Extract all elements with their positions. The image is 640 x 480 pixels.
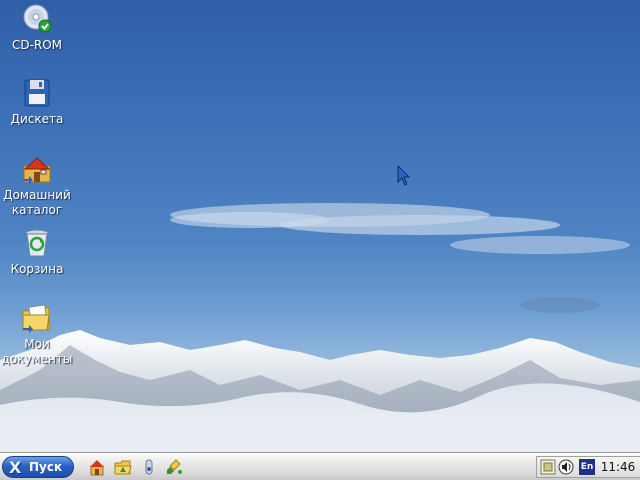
floppy-disk-icon	[24, 79, 50, 107]
clock[interactable]: 11:46	[596, 457, 640, 477]
security-icon[interactable]	[140, 458, 158, 476]
desktop-icon-my-documents[interactable]: Мои документы	[0, 302, 74, 367]
desktop-icon-floppy[interactable]: Дискета	[0, 77, 74, 127]
desktop[interactable]: CD-ROM Дискета Домашний каталог Корзина	[0, 0, 640, 480]
start-button[interactable]: X Пуск	[2, 456, 74, 478]
desktop-icon-label: Корзина	[10, 262, 64, 276]
cd-rom-icon	[23, 4, 52, 33]
system-tray: En 11:46	[536, 456, 640, 478]
desktop-icon-cd-rom[interactable]: CD-ROM	[0, 3, 74, 53]
start-button-label: Пуск	[29, 460, 63, 474]
desktop-icon-trash[interactable]: Корзина	[0, 227, 74, 277]
wallpaper-mountains	[0, 203, 640, 452]
volume-icon[interactable]	[558, 459, 574, 475]
network-icon[interactable]	[540, 459, 556, 475]
documents-folder-icon	[22, 304, 50, 333]
home-folder-icon	[23, 157, 51, 184]
desktop-icon-label: Дискета	[10, 112, 64, 126]
desktop-icon-label: Домашний каталог	[3, 188, 71, 217]
folder-icon[interactable]	[114, 458, 132, 476]
desktop-icon-home[interactable]: Домашний каталог	[0, 153, 74, 218]
language-indicator[interactable]: En	[579, 459, 595, 475]
home-icon[interactable]	[88, 458, 106, 476]
taskbar: X Пуск En 11:46	[0, 452, 640, 480]
desktop-icon-label: Мои документы	[1, 337, 73, 366]
desktop-icon-label: CD-ROM	[11, 38, 63, 52]
cleanup-icon[interactable]	[166, 458, 184, 476]
start-logo-icon: X	[9, 458, 22, 477]
mouse-pointer-icon	[397, 165, 411, 186]
trash-icon	[25, 229, 49, 257]
